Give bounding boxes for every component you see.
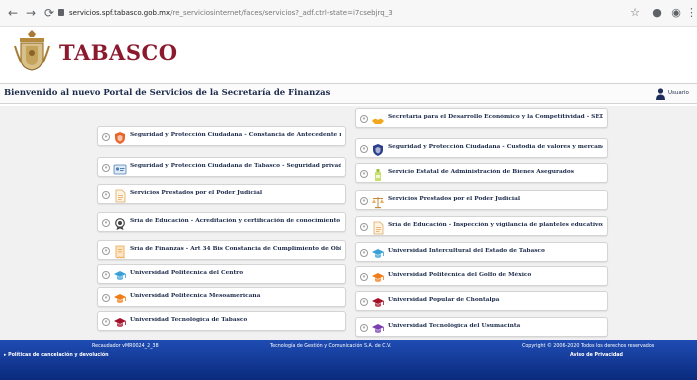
service-label: Universidad Popular de Chontalpa xyxy=(388,297,500,303)
service-label: Universidad Politécnica Mesoamericana xyxy=(130,293,261,299)
service-label: Sría de Educación - Inspección y vigilan… xyxy=(388,222,603,228)
expand-arrow-icon[interactable]: » xyxy=(360,223,368,231)
graduation-cap-icon xyxy=(371,270,385,284)
service-label: Secretaría para el Desarrollo Económico … xyxy=(388,114,603,120)
expand-arrow-icon[interactable]: » xyxy=(102,294,110,302)
service-label: Seguridad y Protección Ciudadana - Custo… xyxy=(388,144,603,150)
service-label: Universidad Intercultural del Estado de … xyxy=(388,248,545,254)
service-label: Servicio Estatal de Administración de Bi… xyxy=(388,169,574,175)
expand-arrow-icon[interactable]: » xyxy=(102,133,110,141)
service-card[interactable]: » Universidad Tecnológica de Tabasco xyxy=(97,311,346,331)
expand-arrow-icon[interactable]: » xyxy=(102,219,110,227)
scales-icon xyxy=(371,194,385,209)
service-label: Seguridad y Protección Ciudadana de Taba… xyxy=(130,163,341,169)
service-card[interactable]: » Secretaría para el Desarrollo Económico… xyxy=(355,108,608,128)
service-card[interactable]: » Universidad Politécnica del Golfo de Mé… xyxy=(355,266,608,286)
footer-policies-label: Políticas de cancelación y devolución xyxy=(8,353,109,358)
expand-arrow-icon[interactable]: » xyxy=(102,164,110,172)
award-icon xyxy=(113,216,127,230)
footer-version: Recaudador vMR0024_2_38 xyxy=(92,344,159,349)
expand-arrow-icon[interactable]: » xyxy=(360,145,368,153)
service-card[interactable]: » Seguridad y Protección Ciudadana - Cust… xyxy=(355,138,608,158)
url-path: /re_serviciosinternet/faces/servicios?_a… xyxy=(170,9,393,17)
service-label: Servicios Prestados por el Poder Judicia… xyxy=(388,196,521,202)
graduation-cap-icon xyxy=(371,295,385,309)
footer-policies-link[interactable]: ▸ Políticas de cancelación y devolución xyxy=(4,353,109,358)
expand-arrow-icon[interactable]: » xyxy=(102,271,110,279)
service-card[interactable]: » Sría de Finanzas - Art 34 Bis Constanci… xyxy=(97,240,346,260)
graduation-cap-icon xyxy=(113,268,127,282)
service-card[interactable]: » Servicios Prestados por el Poder Judici… xyxy=(97,184,346,204)
user-menu-label[interactable]: Usuario xyxy=(668,90,689,96)
lock-icon xyxy=(58,9,64,16)
graduation-cap-icon xyxy=(371,321,385,335)
welcome-bar: Bienvenido al nuevo Portal de Servicios … xyxy=(0,83,697,104)
expand-arrow-icon[interactable]: » xyxy=(102,318,110,326)
receipt-icon xyxy=(113,244,127,259)
graduation-cap-icon xyxy=(371,246,385,260)
expand-arrow-icon[interactable]: » xyxy=(360,249,368,257)
shield-icon xyxy=(371,142,385,156)
service-label: Sría de Finanzas - Art 34 Bis Constancia… xyxy=(130,246,341,252)
id-card-icon xyxy=(113,161,127,175)
service-card[interactable]: » Sría de Educación - Acreditación y cert… xyxy=(97,212,346,232)
browser-toolbar: ← → ⟳ servicios.spf.tabasco.gob.mx/re_se… xyxy=(0,0,697,27)
service-card[interactable]: » Universidad Politécnica Mesoamericana xyxy=(97,287,346,307)
service-label: Servicios Prestados por el Poder Judicia… xyxy=(130,190,263,196)
service-label: Universidad Tecnológica de Tabasco xyxy=(130,317,248,323)
service-card[interactable]: » Universidad Tecnológica del Usumacinta xyxy=(355,317,608,337)
service-label: Universidad Politécnica del Golfo de Méx… xyxy=(388,272,532,278)
handshake-icon xyxy=(371,112,385,126)
service-label: Universidad Tecnológica del Usumacinta xyxy=(388,323,521,329)
expand-arrow-icon[interactable]: » xyxy=(102,191,110,199)
profile-icon[interactable]: ◉ xyxy=(669,6,683,20)
graduation-cap-icon xyxy=(113,291,127,305)
user-icon[interactable] xyxy=(656,88,665,100)
service-label: Seguridad y Protección Ciudadana - Const… xyxy=(130,132,341,138)
graduation-cap-icon xyxy=(113,315,127,329)
services-area: » Seguridad y Protección Ciudadana - Cons… xyxy=(0,106,697,340)
expand-arrow-icon[interactable]: » xyxy=(360,298,368,306)
site-footer: Recaudador vMR0024_2_38 ▸ Políticas de c… xyxy=(0,340,697,380)
url-host: servicios.spf.tabasco.gob.mx xyxy=(69,9,171,17)
service-card[interactable]: » Servicio Estatal de Administración de B… xyxy=(355,163,608,183)
reload-icon[interactable]: ⟳ xyxy=(42,6,56,20)
footer-copyright: Copyright © 2006-2020 Todos los derechos… xyxy=(522,344,655,349)
footer-privacy-link[interactable]: Aviso de Privacidad xyxy=(570,353,623,358)
footer-company: Tecnología de Gestión y Comunicación S.A… xyxy=(270,344,392,349)
shield-icon xyxy=(113,130,127,144)
expand-arrow-icon[interactable]: » xyxy=(360,170,368,178)
service-label: Sría de Educación - Acreditación y certi… xyxy=(130,218,341,224)
document-icon xyxy=(371,220,385,235)
bottle-icon xyxy=(371,167,385,181)
browser-menu-icon[interactable]: ⋮ xyxy=(686,6,697,20)
bookmark-star-icon[interactable]: ☆ xyxy=(628,6,642,20)
expand-arrow-icon[interactable]: » xyxy=(360,324,368,332)
forward-arrow-icon[interactable]: → xyxy=(24,6,38,20)
service-card[interactable]: » Universidad Intercultural del Estado de… xyxy=(355,242,608,262)
welcome-title: Bienvenido al nuevo Portal de Servicios … xyxy=(4,88,331,98)
service-card[interactable]: » Servicios Prestados por el Poder Judici… xyxy=(355,190,608,210)
expand-arrow-icon[interactable]: » xyxy=(360,115,368,123)
service-card[interactable]: » Sría de Educación - Inspección y vigila… xyxy=(355,216,608,236)
tabasco-coat-of-arms-logo[interactable] xyxy=(12,28,52,72)
service-card[interactable]: » Seguridad y Protección Ciudadana de Tab… xyxy=(97,157,346,177)
brand-title[interactable]: TABASCO xyxy=(59,40,178,65)
service-card[interactable]: » Universidad Popular de Chontalpa xyxy=(355,291,608,311)
document-icon xyxy=(113,188,127,203)
address-bar[interactable]: servicios.spf.tabasco.gob.mx/re_servicio… xyxy=(58,5,618,22)
service-label: Universidad Politécnica del Centro xyxy=(130,270,244,276)
service-card[interactable]: » Universidad Politécnica del Centro xyxy=(97,264,346,284)
back-arrow-icon[interactable]: ← xyxy=(6,6,20,20)
extension-icon[interactable]: ● xyxy=(650,6,664,20)
service-card[interactable]: » Seguridad y Protección Ciudadana - Cons… xyxy=(97,126,346,146)
expand-arrow-icon[interactable]: » xyxy=(102,247,110,255)
expand-arrow-icon[interactable]: » xyxy=(360,273,368,281)
expand-arrow-icon[interactable]: » xyxy=(360,197,368,205)
